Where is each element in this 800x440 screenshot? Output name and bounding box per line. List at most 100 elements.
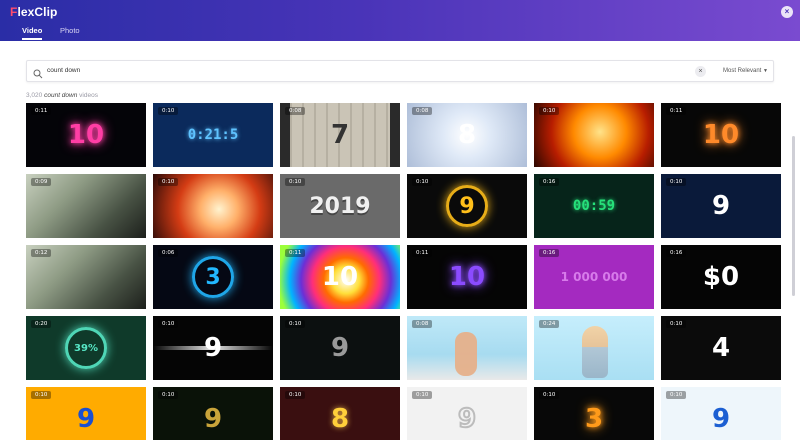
thumbnail-number: 9 [76,404,96,434]
video-thumbnail[interactable]: 0:10 8 [280,387,400,440]
duration-badge: 0:08 [285,107,306,115]
thumbnail-number: 10 [702,120,740,150]
duration-badge: 0:10 [31,391,52,399]
video-thumbnail[interactable]: 0:11 10 [26,103,146,167]
video-thumbnail[interactable]: 0:10 9 [26,387,146,440]
video-thumbnail[interactable]: 0:10 9 [661,387,781,440]
search-icon [33,66,43,79]
thumbnail-number: 8 [457,120,477,150]
duration-badge: 0:11 [666,107,687,115]
video-thumbnail[interactable]: 0:10 9 [661,174,781,238]
duration-badge: 0:10 [539,391,560,399]
thumbnail-number: 10 [321,262,359,292]
thumbnail-number: 9 [330,333,350,363]
video-thumbnail[interactable]: 0:16 1 000 000 [534,245,654,309]
thumbnail-number: 7 [330,120,350,150]
duration-badge: 0:16 [666,249,687,257]
thumbnail-number: 8 [330,404,350,434]
thumbnail-number: 9 [711,191,731,221]
duration-badge: 0:12 [31,249,52,257]
video-thumbnail[interactable]: 0:10 2019 [280,174,400,238]
video-thumbnail[interactable]: 0:10 9 [153,387,273,440]
countdown-ring [192,256,234,298]
video-thumbnail[interactable]: 0:11 10 [407,245,527,309]
video-results-grid: 0:11 10 0:10 0:21:5 0:08 7 0:08 8 0:10 0:11 10 0:09… [26,103,781,440]
thumbnail-number: 1 000 000 [560,270,628,284]
chevron-down-icon[interactable]: ▼ [763,68,768,74]
results-query: count down [44,92,78,99]
video-thumbnail[interactable]: 0:09 [26,174,146,238]
logo-text: lexClip [17,5,58,19]
thumbnail-number: $0 [702,262,740,292]
duration-badge: 0:16 [539,249,560,257]
thumbnail-number: 10 [448,262,486,292]
thumbnail-number: 10 [67,120,105,150]
countdown-ring [446,185,488,227]
search-bar[interactable]: count down × Most Relevant ▼ [26,60,774,82]
clear-search-icon[interactable]: × [695,66,706,77]
duration-badge: 0:11 [285,249,306,257]
video-thumbnail[interactable]: 0:16 $0 [661,245,781,309]
duration-badge: 0:10 [412,391,433,399]
hand-graphic [455,332,477,376]
flexclip-logo: FlexClip [10,5,58,19]
app-header: FlexClip Video Photo × [0,0,800,41]
duration-badge: 0:10 [539,107,560,115]
search-input[interactable]: count down [47,67,80,74]
video-thumbnail[interactable]: 0:16 00:59 [534,174,654,238]
video-thumbnail[interactable]: 0:10 9 [280,316,400,380]
thumbnail-number: 9 [457,403,477,435]
light-streak [153,346,273,350]
person-graphic [582,326,608,378]
video-thumbnail[interactable]: 0:10 0:21:5 [153,103,273,167]
duration-badge: 0:10 [285,391,306,399]
duration-badge: 0:09 [31,178,52,186]
thumbnail-number: 4 [711,333,731,363]
results-summary: 3,020 count down videos [26,92,98,99]
video-thumbnail[interactable]: 0:10 3 [534,387,654,440]
thumbnail-number: 9 [203,404,223,434]
media-library-panel: count down × Most Relevant ▼ 3,020 count… [0,41,800,440]
vertical-scrollbar[interactable] [792,136,795,296]
thumbnail-number: 00:59 [572,198,616,214]
video-thumbnail[interactable]: 0:08 8 [407,103,527,167]
close-icon[interactable]: × [781,6,793,18]
duration-badge: 0:08 [412,320,433,328]
duration-badge: 0:24 [539,320,560,328]
duration-badge: 0:10 [666,320,687,328]
tab-photo[interactable]: Photo [60,26,80,35]
duration-badge: 0:10 [285,320,306,328]
video-thumbnail[interactable]: 0:109 [407,174,527,238]
video-thumbnail[interactable]: 0:08 [407,316,527,380]
thumbnail-number: 3 [584,404,604,434]
thumbnail-number: 9 [711,404,731,434]
duration-badge: 0:10 [158,107,179,115]
video-thumbnail[interactable]: 0:10 9 [407,387,527,440]
video-thumbnail[interactable]: 0:11 10 [280,245,400,309]
duration-badge: 0:11 [412,249,433,257]
video-thumbnail[interactable]: 0:24 [534,316,654,380]
results-suffix: videos [79,92,98,99]
duration-badge: 0:10 [158,320,179,328]
duration-badge: 0:16 [539,178,560,186]
duration-badge: 0:10 [158,391,179,399]
video-thumbnail[interactable]: 0:10 4 [661,316,781,380]
duration-badge: 0:10 [666,178,687,186]
duration-badge: 0:10 [666,391,687,399]
video-thumbnail[interactable]: 0:20 39% [26,316,146,380]
duration-badge: 0:06 [158,249,179,257]
sort-dropdown[interactable]: Most Relevant [723,68,761,74]
duration-badge: 0:10 [412,178,433,186]
duration-badge: 0:10 [285,178,306,186]
countdown-ring [65,327,107,369]
thumbnail-number: 2019 [309,193,371,219]
video-thumbnail[interactable]: 0:10 [153,174,273,238]
video-thumbnail[interactable]: 0:06 3 [153,245,273,309]
tab-video[interactable]: Video [22,26,42,35]
video-thumbnail[interactable]: 0:08 7 [280,103,400,167]
video-thumbnail[interactable]: 0:11 10 [661,103,781,167]
duration-badge: 0:08 [412,107,433,115]
video-thumbnail[interactable]: 0:12 [26,245,146,309]
video-thumbnail[interactable]: 0:109 [153,316,273,380]
video-thumbnail[interactable]: 0:10 [534,103,654,167]
